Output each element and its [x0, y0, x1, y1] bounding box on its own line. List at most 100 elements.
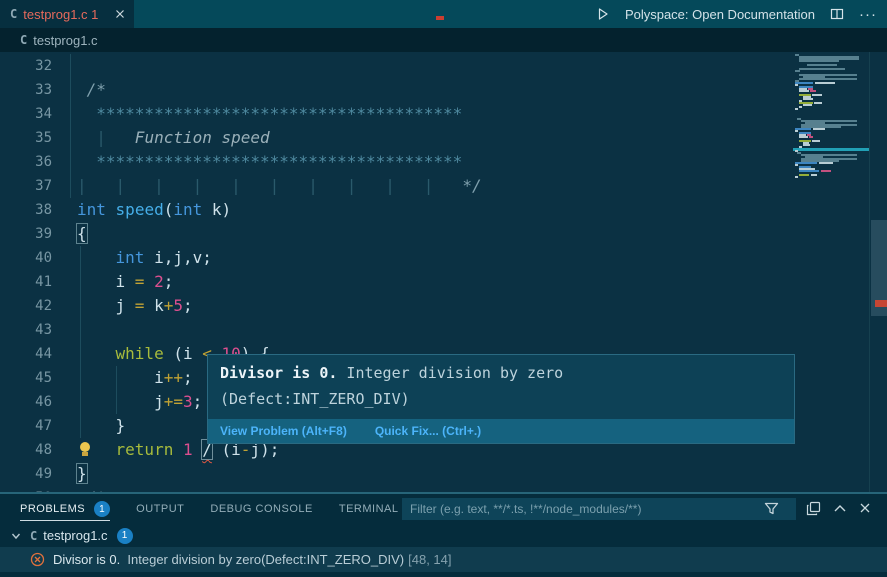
code-text: j = k+5; [77, 294, 193, 318]
minimap-line [799, 136, 808, 138]
line-number[interactable]: 42 [0, 294, 52, 318]
minimap-line [795, 84, 798, 86]
chevron-down-icon[interactable] [10, 530, 22, 542]
file-error-count-badge: 1 [117, 528, 133, 544]
token: ; [193, 392, 203, 411]
line-number[interactable]: 43 [0, 318, 52, 342]
code-line[interactable]: 32 [0, 54, 790, 78]
problem-row[interactable]: Divisor is 0. Integer division by zero(D… [0, 547, 887, 572]
problems-panel: PROBLEMS 1 OUTPUT DEBUG CONSOLE TERMINAL… [0, 492, 887, 577]
tab-testprog1[interactable]: C testprog1.c 1 [0, 0, 134, 28]
token [77, 248, 116, 267]
tab-terminal[interactable]: TERMINAL [339, 494, 399, 524]
error-hover-tooltip: Divisor is 0. Integer division by zero (… [207, 354, 795, 444]
token: | | | | | | | | | | [77, 176, 462, 195]
line-number[interactable]: 49 [0, 462, 52, 486]
view-problem-link[interactable]: View Problem (Alt+F8) [220, 424, 347, 438]
open-in-editor-icon[interactable] [806, 501, 821, 516]
minimap[interactable] [793, 54, 869, 490]
filter-funnel-icon[interactable] [764, 501, 779, 516]
overview-error-marker [875, 300, 887, 307]
line-number[interactable]: 48 [0, 438, 52, 462]
line-number[interactable]: 33 [0, 78, 52, 102]
code-text: i = 2; [77, 270, 173, 294]
token: } [77, 416, 125, 435]
breadcrumb-file[interactable]: testprog1.c [33, 33, 97, 48]
token: + [164, 296, 174, 315]
minimap-line [807, 64, 837, 66]
run-icon[interactable] [596, 7, 610, 21]
minimap-line [795, 164, 798, 166]
problems-file-name: testprog1.c [43, 528, 107, 543]
tab-problems[interactable]: PROBLEMS 1 [20, 494, 110, 524]
code-line[interactable]: 37 | | | | | | | | | | */ [0, 174, 790, 198]
line-number[interactable]: 38 [0, 198, 52, 222]
token: while [116, 344, 164, 363]
c-language-icon: C [30, 529, 37, 543]
minimap-line [812, 140, 820, 142]
close-panel-icon[interactable] [858, 501, 872, 515]
lightbulb-icon[interactable] [79, 442, 91, 457]
code-text: ************************************** [77, 150, 462, 174]
token [173, 440, 183, 459]
problems-file-row[interactable]: C testprog1.c 1 [0, 524, 887, 547]
line-number[interactable]: 41 [0, 270, 52, 294]
line-number[interactable]: 35 [0, 126, 52, 150]
code-line[interactable]: 36 *************************************… [0, 150, 790, 174]
token: 5 [173, 296, 183, 315]
line-number[interactable]: 39 [0, 222, 52, 246]
filter-input[interactable] [402, 498, 796, 520]
line-number[interactable]: 46 [0, 390, 52, 414]
line-number[interactable]: 45 [0, 366, 52, 390]
scrollbar-track[interactable] [869, 52, 887, 492]
token: 3 [183, 392, 193, 411]
code-line[interactable]: 41 i = 2; [0, 270, 790, 294]
code-line[interactable]: 34 *************************************… [0, 102, 790, 126]
problem-location: [48, 14] [408, 552, 451, 567]
maximize-panel-icon[interactable] [833, 503, 847, 513]
token: */ [462, 176, 481, 195]
line-number[interactable]: 37 [0, 174, 52, 198]
code-line[interactable]: 38 int speed(int k) [0, 198, 790, 222]
problem-text: Integer division by zero(Defect:INT_ZERO… [124, 552, 404, 567]
tab-label: testprog1.c 1 [23, 7, 98, 22]
split-editor-icon[interactable] [830, 7, 844, 21]
minimap-line [799, 78, 857, 80]
tab-output[interactable]: OUTPUT [136, 494, 184, 524]
quick-fix-link[interactable]: Quick Fix... (Ctrl+.) [375, 424, 481, 438]
code-text: j+=3; [77, 390, 202, 414]
line-number[interactable]: 32 [0, 54, 52, 78]
code-line[interactable]: 43 [0, 318, 790, 342]
minimap-line [803, 98, 813, 100]
code-line[interactable]: 39{ [0, 222, 790, 246]
tooltip-message-rest: Integer division by zero [337, 364, 563, 382]
tooltip-message: Divisor is 0. Integer division by zero (… [208, 355, 794, 419]
c-language-icon: C [10, 7, 17, 21]
minimap-line [799, 170, 819, 172]
line-number[interactable]: 40 [0, 246, 52, 270]
token: } [77, 464, 87, 483]
line-number[interactable]: 44 [0, 342, 52, 366]
code-line[interactable]: 40 int i,j,v; [0, 246, 790, 270]
minimap-line [814, 102, 822, 104]
c-language-icon: C [20, 33, 27, 47]
polyspace-open-documentation-button[interactable]: Polyspace: Open Documentation [625, 7, 815, 22]
line-number[interactable]: 36 [0, 150, 52, 174]
more-actions-icon[interactable]: ··· [859, 6, 877, 23]
line-number[interactable]: 47 [0, 414, 52, 438]
tab-debug-console[interactable]: DEBUG CONSOLE [210, 494, 312, 524]
minimap-line [799, 68, 845, 70]
problem-text-strong: Divisor is 0. [53, 552, 124, 567]
close-icon[interactable] [114, 8, 126, 20]
minimap-line [803, 104, 812, 106]
minimap-line [795, 108, 798, 110]
line-number[interactable]: 34 [0, 102, 52, 126]
token: 2 [154, 272, 164, 291]
code-line[interactable]: 35 | Function speed [0, 126, 790, 150]
minimap-line [799, 60, 839, 62]
code-text: i++; [77, 366, 193, 390]
code-text: int speed(int k) [77, 198, 231, 222]
code-line[interactable]: 42 j = k+5; [0, 294, 790, 318]
code-line[interactable]: 49} [0, 462, 790, 486]
code-line[interactable]: 33 /* [0, 78, 790, 102]
